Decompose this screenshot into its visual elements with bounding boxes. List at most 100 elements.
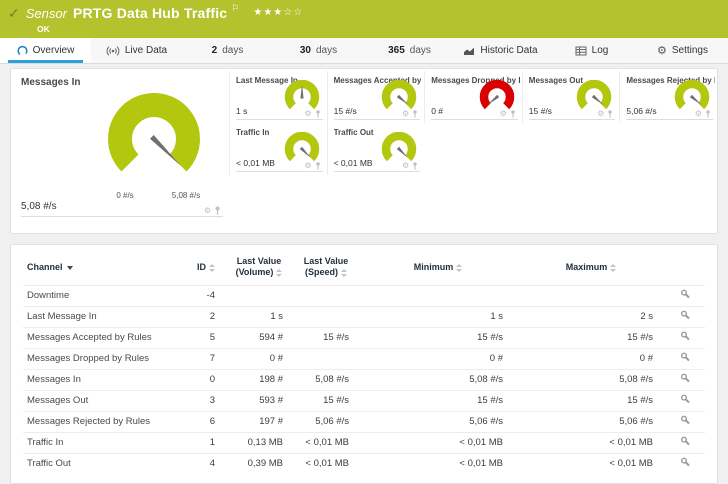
- pin-icon[interactable]: [705, 110, 711, 118]
- sort-icon: [456, 264, 462, 272]
- table-row: Messages Rejected by Rules 6 197 # 5,06 …: [23, 411, 705, 432]
- last-value-volume: 198 #: [225, 369, 293, 390]
- column-label: Last Value: [237, 256, 282, 266]
- channel-name-link[interactable]: Traffic Out: [23, 453, 173, 474]
- tab-label-number: 365: [388, 45, 405, 56]
- last-value-speed: [293, 348, 359, 369]
- channel-name-link[interactable]: Last Message In: [23, 306, 173, 327]
- wrench-icon[interactable]: [680, 331, 691, 342]
- pin-icon[interactable]: [214, 206, 221, 215]
- wrench-icon[interactable]: [680, 436, 691, 447]
- wrench-icon[interactable]: [680, 289, 691, 300]
- channel-name-link[interactable]: Messages Accepted by Rules: [23, 327, 173, 348]
- primary-gauge: [49, 80, 239, 182]
- pin-icon[interactable]: [607, 110, 613, 118]
- maximum-value: 0 #: [517, 348, 665, 369]
- tab-label: Overview: [33, 45, 75, 56]
- pin-icon[interactable]: [315, 110, 321, 118]
- last-value-volume: 594 #: [225, 327, 293, 348]
- tab-settings[interactable]: ⚙ Settings: [637, 38, 728, 63]
- gauge-min-label: 0 #/s: [105, 191, 145, 200]
- wrench-icon[interactable]: [680, 352, 691, 363]
- tab-label-number: 30: [300, 45, 311, 56]
- wrench-icon[interactable]: [680, 373, 691, 384]
- minimum-value: 5,08 #/s: [359, 369, 517, 390]
- last-value-volume: 0,13 MB: [225, 432, 293, 453]
- tab-historic-data[interactable]: Historic Data: [455, 38, 546, 63]
- gauge-cell-traffic-in: Traffic In < 0,01 MB ⚙: [229, 123, 327, 175]
- minimum-value: < 0,01 MB: [359, 453, 517, 474]
- minimum-value: < 0,01 MB: [359, 432, 517, 453]
- pin-icon[interactable]: [315, 162, 321, 170]
- channel-name-link[interactable]: Downtime: [23, 285, 173, 306]
- last-value-speed: < 0,01 MB: [293, 453, 359, 474]
- status-check-icon: ✓: [8, 6, 20, 20]
- maximum-value: < 0,01 MB: [517, 453, 665, 474]
- wrench-icon[interactable]: [680, 457, 691, 468]
- gauge-settings-gear-icon[interactable]: ⚙: [695, 110, 702, 118]
- wrench-icon[interactable]: [680, 415, 691, 426]
- channel-name-link[interactable]: Messages In: [23, 369, 173, 390]
- maximum-value: < 0,01 MB: [517, 432, 665, 453]
- maximum-value: 5,06 #/s: [517, 411, 665, 432]
- primary-gauge-value-row: 5,08 #/s ⚙: [21, 201, 223, 217]
- tab-2-days[interactable]: 2 days: [182, 38, 273, 63]
- gauge-cell-messages-accepted: Messages Accepted by Rules 15 #/s ⚙: [327, 71, 425, 123]
- minimum-value: 5,06 #/s: [359, 411, 517, 432]
- gauge-arc: [120, 105, 188, 163]
- table-row: Messages Accepted by Rules 5 594 # 15 #/…: [23, 327, 705, 348]
- column-header-minimum[interactable]: Minimum: [359, 249, 517, 285]
- minimum-value: 0 #: [359, 348, 517, 369]
- gauge-settings-gear-icon[interactable]: ⚙: [402, 110, 409, 118]
- priority-stars[interactable]: ★★★☆☆: [253, 7, 303, 18]
- tab-label: Live Data: [125, 45, 167, 56]
- tab-log[interactable]: Log: [546, 38, 637, 63]
- channel-id: 3: [173, 390, 225, 411]
- tab-live-data[interactable]: Live Data: [91, 38, 182, 63]
- tab-30-days[interactable]: 30 days: [273, 38, 364, 63]
- channel-name-link[interactable]: Messages Out: [23, 390, 173, 411]
- gauge-settings-gear-icon[interactable]: ⚙: [402, 162, 409, 170]
- column-header-maximum[interactable]: Maximum: [517, 249, 665, 285]
- last-value-speed: [293, 306, 359, 327]
- maximum-value: 15 #/s: [517, 327, 665, 348]
- maximum-value: 5,08 #/s: [517, 369, 665, 390]
- wrench-icon[interactable]: [680, 394, 691, 405]
- pin-icon[interactable]: [412, 110, 418, 118]
- minimum-value: 1 s: [359, 306, 517, 327]
- tab-label-unit: days: [316, 45, 337, 56]
- channels-panel: Channel ID Last Value (Volume) Last Valu…: [10, 244, 718, 484]
- channel-name-link[interactable]: Messages Dropped by Rules: [23, 348, 173, 369]
- gauge-settings-gear-icon[interactable]: ⚙: [204, 207, 211, 215]
- channel-name-link[interactable]: Traffic In: [23, 432, 173, 453]
- tab-label-unit: days: [410, 45, 431, 56]
- gauge-value-row: 1 s ⚙: [236, 106, 323, 120]
- flag-icon[interactable]: ⚐: [231, 3, 239, 14]
- column-header-channel[interactable]: Channel: [23, 249, 173, 285]
- gauge-settings-gear-icon[interactable]: ⚙: [597, 110, 604, 118]
- pin-icon[interactable]: [412, 162, 418, 170]
- gauge-settings-gear-icon[interactable]: ⚙: [500, 110, 507, 118]
- wrench-icon[interactable]: [680, 310, 691, 321]
- minimum-value: [359, 285, 517, 306]
- channel-id: 6: [173, 411, 225, 432]
- pin-icon[interactable]: [510, 110, 516, 118]
- last-value-speed: 15 #/s: [293, 327, 359, 348]
- table-row: Traffic In 1 0,13 MB < 0,01 MB < 0,01 MB…: [23, 432, 705, 453]
- maximum-value: 2 s: [517, 306, 665, 327]
- column-header-last-value-speed[interactable]: Last Value (Speed): [293, 249, 359, 285]
- table-row: Downtime -4: [23, 285, 705, 306]
- channel-id: 7: [173, 348, 225, 369]
- gauge-value: 15 #/s: [529, 106, 552, 116]
- gauge-settings-gear-icon[interactable]: ⚙: [304, 110, 311, 118]
- column-header-last-value-volume[interactable]: Last Value (Volume): [225, 249, 293, 285]
- tab-bar: Overview Live Data 2 days 30 days 365 da…: [0, 38, 728, 64]
- tab-365-days[interactable]: 365 days: [364, 38, 455, 63]
- tab-overview[interactable]: Overview: [0, 38, 91, 63]
- gauge-cell-messages-dropped: Messages Dropped by Rules 0 # ⚙: [424, 71, 522, 123]
- column-header-id[interactable]: ID: [173, 249, 225, 285]
- column-label: Maximum: [566, 262, 608, 272]
- gauge-value-row: 15 #/s ⚙: [529, 106, 616, 120]
- gauge-settings-gear-icon[interactable]: ⚙: [304, 162, 311, 170]
- channel-name-link[interactable]: Messages Rejected by Rules: [23, 411, 173, 432]
